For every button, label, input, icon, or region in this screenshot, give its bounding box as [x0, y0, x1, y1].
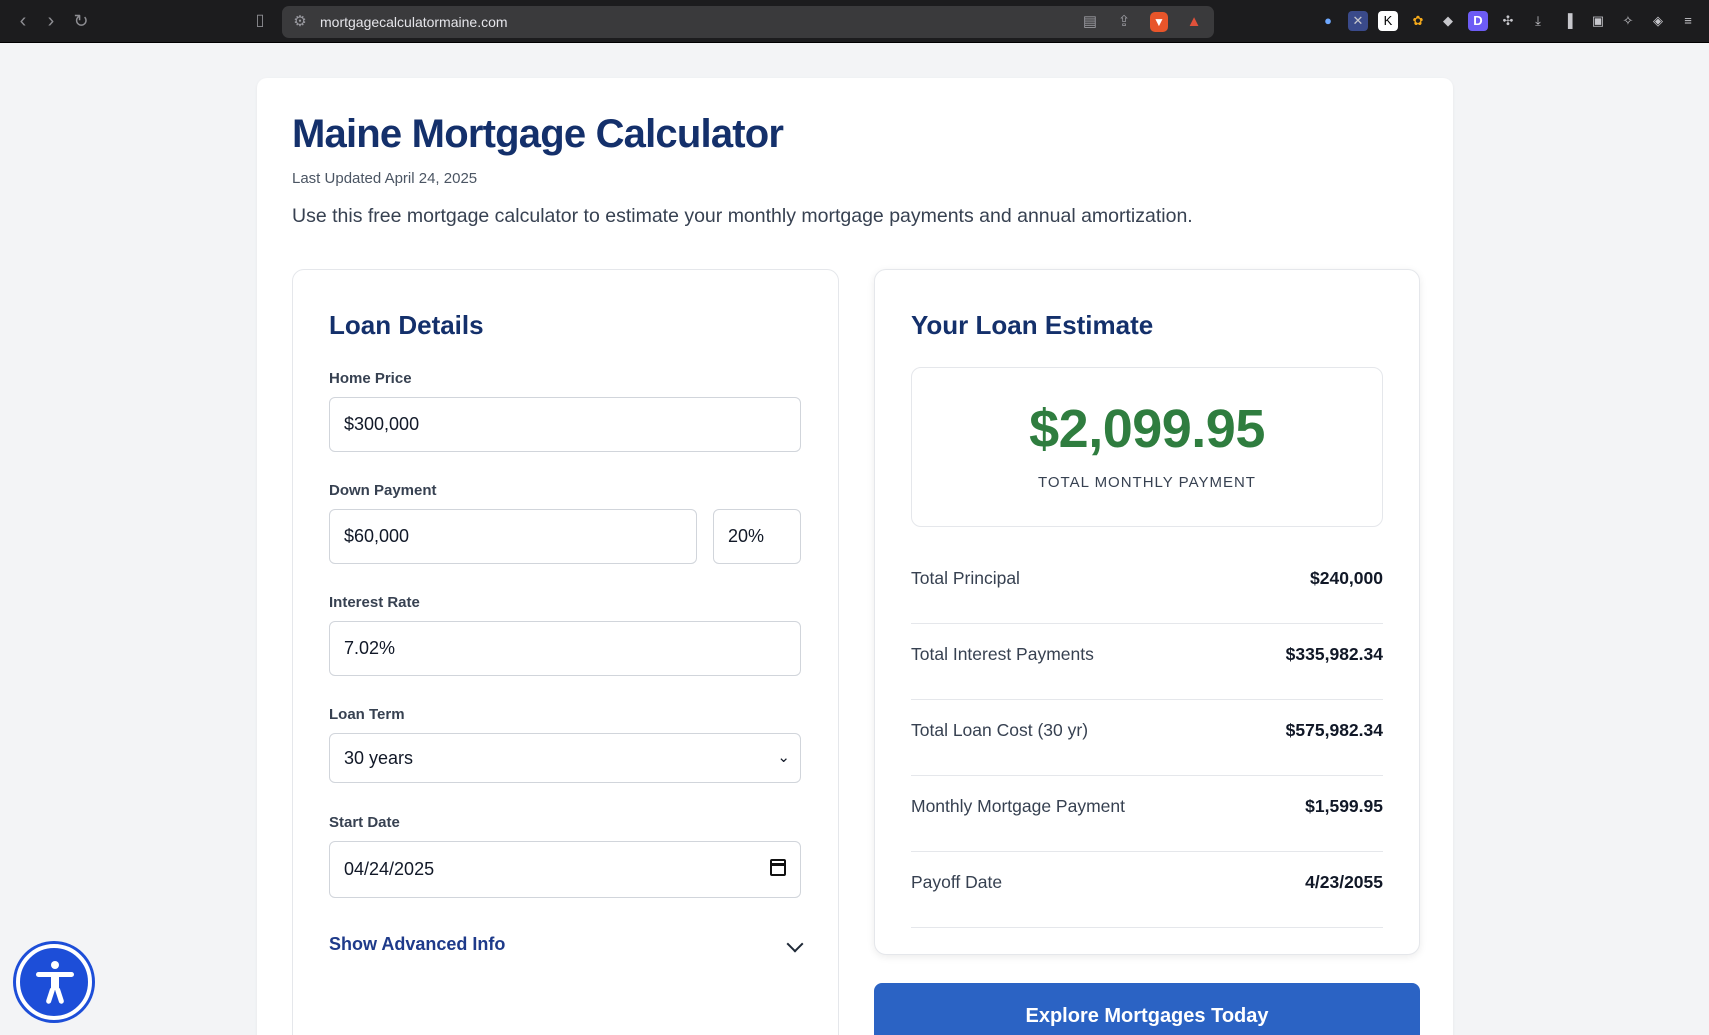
- summary-value: $1,599.95: [1305, 796, 1383, 816]
- leo-ai-icon[interactable]: ✧: [1618, 11, 1638, 31]
- reader-mode-icon[interactable]: ▤: [1080, 12, 1100, 32]
- start-date-label: Start Date: [329, 814, 400, 831]
- loan-term-value: 30 years: [344, 748, 414, 768]
- summary-label: Total Principal: [911, 568, 1020, 588]
- home-price-input[interactable]: $300,000: [329, 397, 801, 452]
- back-icon[interactable]: ‹: [12, 10, 34, 32]
- loan-details-panel: Loan Details Home Price $300,000 Down Pa…: [292, 269, 839, 1035]
- accessibility-icon-part: [54, 986, 65, 1005]
- show-advanced-toggle[interactable]: Show Advanced Info: [329, 934, 804, 964]
- summary-label: Monthly Mortgage Payment: [911, 796, 1125, 816]
- share-icon[interactable]: ⇪: [1114, 12, 1134, 32]
- monthly-payment-label: TOTAL MONTHLY PAYMENT: [1038, 474, 1256, 491]
- browser-toolbar: ‹ › ↻ ▯ ⚙ mortgagecalculatormaine.com ▤ …: [0, 0, 1709, 43]
- brave-rewards-icon[interactable]: ▲: [1184, 12, 1204, 32]
- download-icon[interactable]: ⤓: [1528, 11, 1548, 31]
- brave-shields-icon[interactable]: ▼: [1150, 12, 1168, 32]
- wallet-icon[interactable]: ▣: [1588, 11, 1608, 31]
- loan-details-heading: Loan Details: [329, 310, 484, 340]
- chevron-down-icon: ⌄: [777, 749, 790, 766]
- loan-estimate-panel: Your Loan Estimate $2,099.95 TOTAL MONTH…: [874, 269, 1420, 955]
- accessibility-button[interactable]: [16, 944, 92, 1020]
- extension-icon[interactable]: ✕: [1348, 11, 1368, 31]
- last-updated: Last Updated April 24, 2025: [292, 170, 478, 187]
- start-date-input[interactable]: 04/24/2025: [329, 841, 801, 898]
- home-price-label: Home Price: [329, 370, 412, 387]
- loan-term-select[interactable]: 30 years ⌄: [329, 733, 801, 783]
- chevron-down-icon: [786, 935, 804, 953]
- page-title: Maine Mortgage Calculator: [292, 112, 784, 156]
- summary-label: Payoff Date: [911, 872, 1003, 892]
- menu-icon[interactable]: ≡: [1678, 11, 1698, 31]
- color-picker-icon[interactable]: ✿: [1408, 11, 1428, 31]
- calendar-icon[interactable]: [770, 859, 786, 876]
- explore-mortgages-button[interactable]: Explore Mortgages Today: [874, 983, 1420, 1035]
- intro-text: Use this free mortgage calculator to est…: [292, 205, 1193, 227]
- address-bar[interactable]: ⚙ mortgagecalculatormaine.com ▤ ⇪ ▼ ▲: [282, 6, 1214, 38]
- summary-value: $335,982.34: [1285, 644, 1383, 664]
- summary-row: Total Principal $240,000: [911, 548, 1383, 624]
- summary-row: Total Loan Cost (30 yr) $575,982.34: [911, 700, 1383, 776]
- summary-value: 4/23/2055: [1305, 872, 1383, 892]
- loan-term-label: Loan Term: [329, 706, 405, 723]
- summary-value: $240,000: [1310, 568, 1383, 588]
- bookmark-icon[interactable]: ▯: [249, 10, 271, 32]
- down-payment-input[interactable]: $60,000: [329, 509, 697, 564]
- calculator-card: Maine Mortgage Calculator Last Updated A…: [257, 78, 1453, 1035]
- down-payment-percent-input[interactable]: 20%: [713, 509, 801, 564]
- summary-value: $575,982.34: [1285, 720, 1383, 740]
- accessibility-icon: [51, 961, 59, 969]
- summary-row: Total Interest Payments $335,982.34: [911, 624, 1383, 700]
- start-date-value: 04/24/2025: [344, 859, 435, 879]
- summary-row: Payoff Date 4/23/2055: [911, 852, 1383, 928]
- show-advanced-label: Show Advanced Info: [329, 934, 506, 954]
- loan-estimate-heading: Your Loan Estimate: [911, 310, 1154, 340]
- summary-row: Monthly Mortgage Payment $1,599.95: [911, 776, 1383, 852]
- extension-icon[interactable]: D: [1468, 11, 1488, 31]
- reload-icon[interactable]: ↻: [70, 10, 92, 32]
- extension-icon[interactable]: ◆: [1438, 11, 1458, 31]
- down-payment-label: Down Payment: [329, 482, 437, 499]
- monthly-payment-box: $2,099.95 TOTAL MONTHLY PAYMENT: [911, 367, 1383, 527]
- interest-rate-input[interactable]: 7.02%: [329, 621, 801, 676]
- summary-label: Total Interest Payments: [911, 644, 1094, 664]
- url-text[interactable]: mortgagecalculatormaine.com: [320, 14, 508, 30]
- site-settings-icon[interactable]: ⚙: [290, 12, 310, 32]
- forward-icon[interactable]: ›: [40, 10, 62, 32]
- monthly-payment-amount: $2,099.95: [1029, 399, 1265, 459]
- vpn-icon[interactable]: ◈: [1648, 11, 1668, 31]
- password-manager-icon[interactable]: ●: [1318, 11, 1338, 31]
- extension-icon[interactable]: K: [1378, 11, 1398, 31]
- sidebar-icon[interactable]: ▐: [1558, 11, 1578, 31]
- puzzle-icon[interactable]: ✣: [1498, 11, 1518, 31]
- summary-label: Total Loan Cost (30 yr): [911, 720, 1089, 740]
- interest-rate-label: Interest Rate: [329, 594, 420, 611]
